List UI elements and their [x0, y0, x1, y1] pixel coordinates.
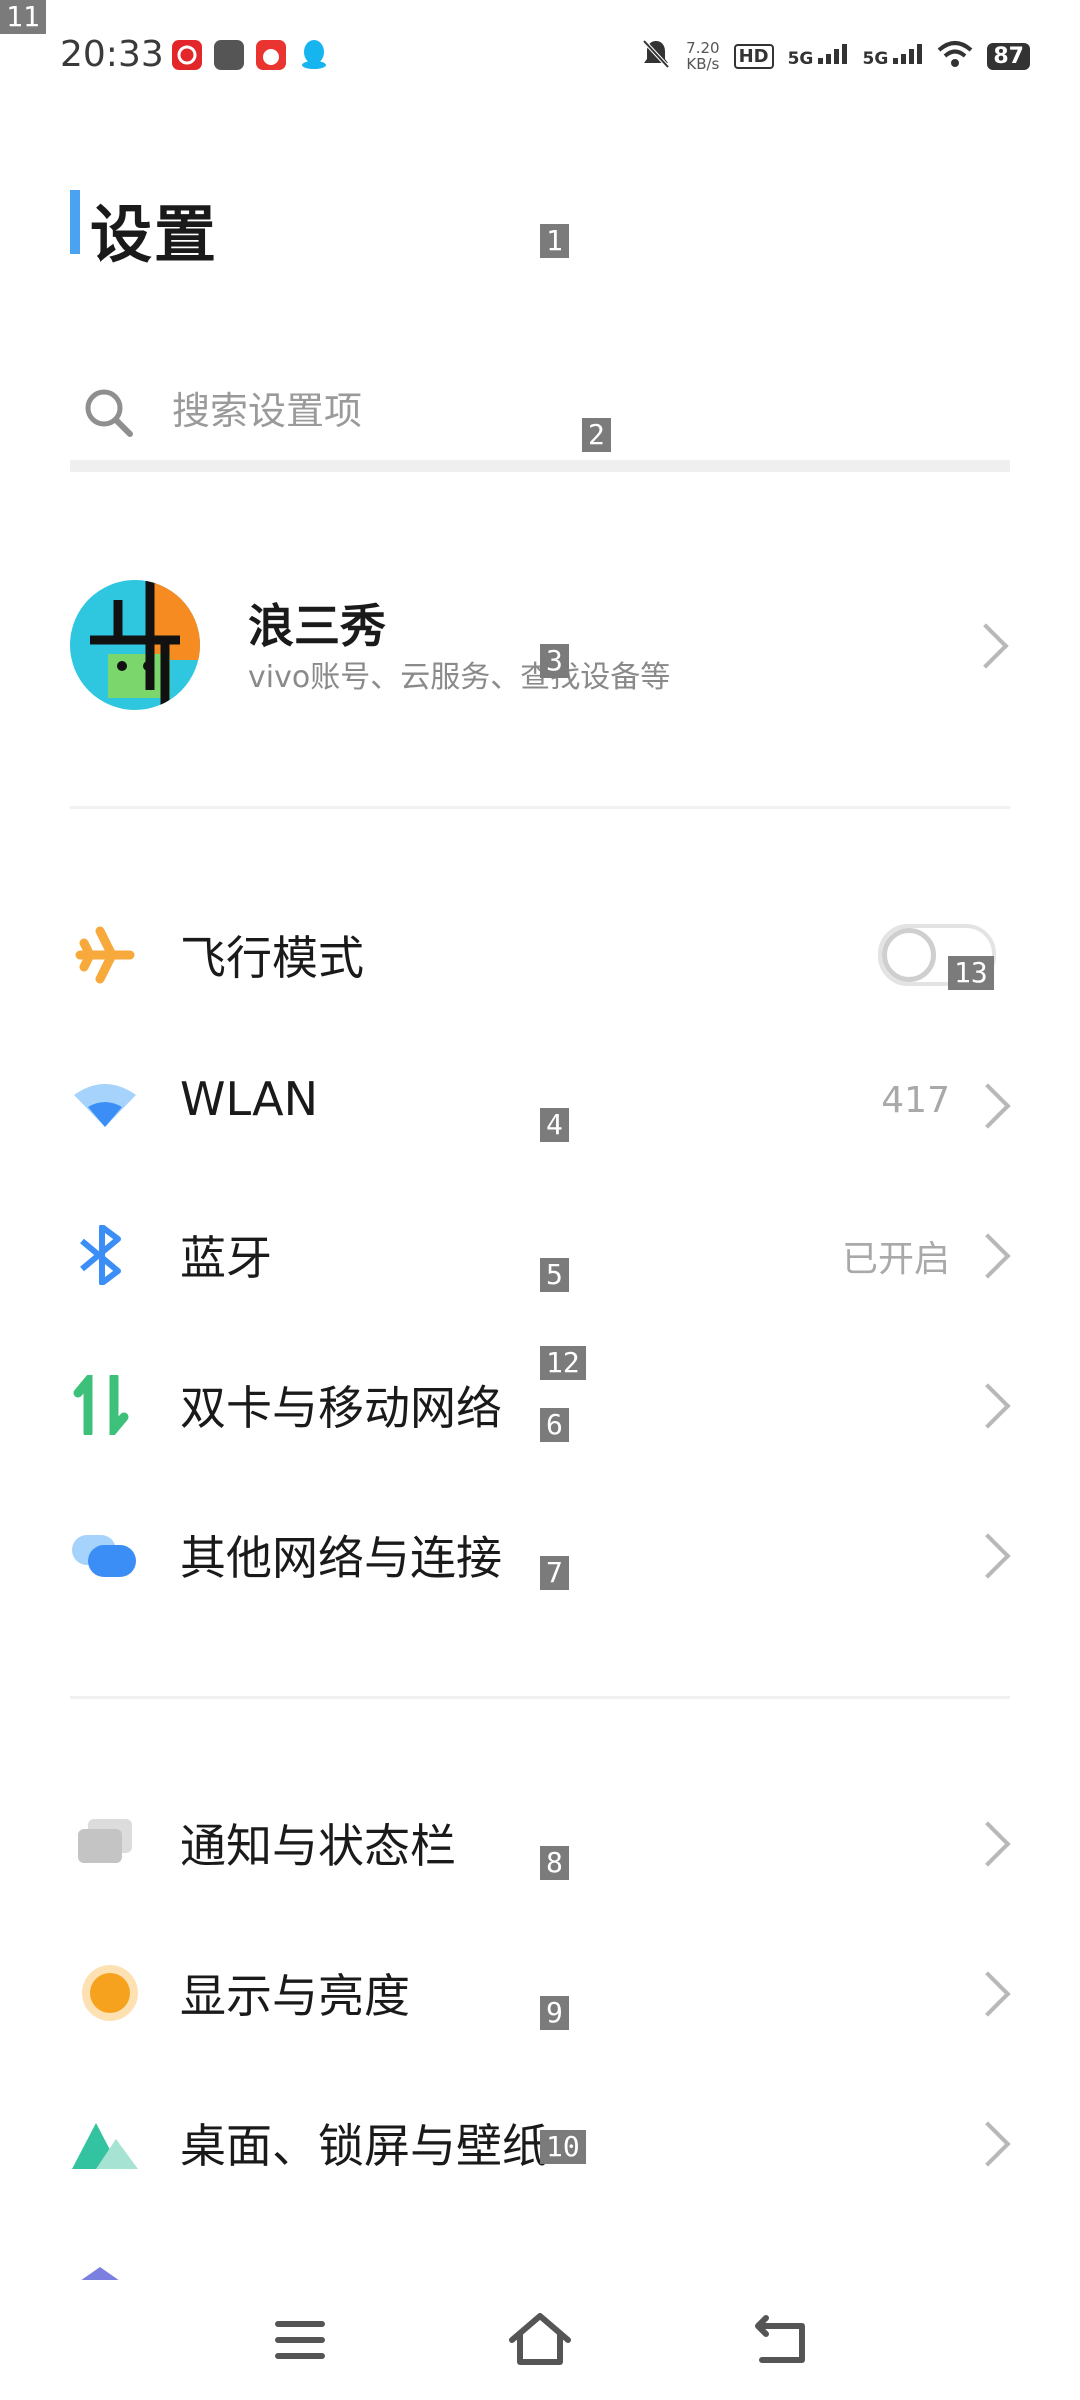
avatar: [70, 580, 200, 710]
back-icon: [755, 2315, 805, 2363]
airplane-icon: [70, 925, 140, 985]
profile-name: 浪三秀: [248, 599, 386, 653]
row-label: 其他网络与连接: [180, 1531, 502, 1585]
row-bluetooth[interactable]: 蓝牙 已开启: [70, 1200, 1011, 1310]
overlay-badge-11: 11: [0, 0, 46, 34]
account-profile[interactable]: 浪三秀 vivo账号、云服务、查找设备等: [70, 570, 1010, 710]
back-button[interactable]: [740, 2300, 820, 2380]
sim1-signal: 5G: [788, 43, 849, 69]
row-label: 通知与状态栏: [180, 1819, 456, 1873]
wallpaper-icon: [70, 2113, 140, 2173]
search-input[interactable]: [170, 380, 954, 442]
bottom-navigation-bar: [0, 2280, 1080, 2400]
chevron-right-icon: [965, 1233, 1011, 1279]
overlay-badge-2: 2: [582, 418, 611, 452]
hd-badge: HD: [733, 43, 774, 69]
overlay-badge-10: 10: [540, 2130, 586, 2164]
overlay-badge-6: 6: [540, 1408, 569, 1442]
connection-bubbles-icon: [70, 1525, 140, 1585]
chevron-right-icon: [963, 623, 1009, 669]
row-other-networks[interactable]: 其他网络与连接: [70, 1500, 1011, 1610]
row-label: 蓝牙: [180, 1231, 272, 1285]
chevron-right-icon: [965, 1533, 1011, 1579]
menu-button[interactable]: [260, 2300, 340, 2380]
overlay-badge-7: 7: [540, 1556, 569, 1590]
wifi-icon: [937, 40, 973, 72]
mute-bell-icon: [640, 37, 672, 75]
net-speed: 7.20 KB/s: [686, 39, 720, 73]
row-notifications[interactable]: 通知与状态栏: [70, 1788, 1011, 1898]
dual-sim-icon: [70, 1368, 140, 1442]
wifi-icon: [70, 1075, 140, 1135]
overlay-badge-9: 9: [540, 1996, 569, 2030]
chevron-right-icon: [965, 1083, 1011, 1129]
chevron-right-icon: [965, 1383, 1011, 1429]
search-icon: [82, 386, 134, 442]
title-accent-bar: [70, 190, 80, 254]
overlay-badge-4: 4: [540, 1108, 569, 1142]
row-wlan[interactable]: WLAN 417: [70, 1050, 1011, 1160]
status-bar: 20:33 7.20 KB/s HD 5G 5G 87: [0, 0, 1080, 110]
qq-icon: [300, 38, 328, 70]
row-display-brightness[interactable]: 显示与亮度: [70, 1938, 1011, 2048]
netease-music-icon: [172, 40, 202, 70]
overlay-badge-3: 3: [540, 644, 569, 678]
row-label: 飞行模式: [180, 931, 364, 985]
chevron-right-icon: [965, 1971, 1011, 2017]
search-box[interactable]: [70, 360, 1010, 472]
status-icons: 7.20 KB/s HD 5G 5G 87: [640, 34, 1030, 78]
notification-icon: [70, 1813, 140, 1873]
bluetooth-icon: [70, 1224, 140, 1286]
chevron-right-icon: [965, 1821, 1011, 1867]
row-label: 双卡与移动网络: [180, 1381, 502, 1435]
divider: [70, 806, 1010, 809]
brightness-icon: [70, 1963, 140, 2023]
overlay-badge-5: 5: [540, 1258, 569, 1292]
overlay-badge-8: 8: [540, 1846, 569, 1880]
overlay-badge-12: 12: [540, 1346, 586, 1380]
chevron-right-icon: [965, 2121, 1011, 2167]
page-title: 设置: [90, 198, 219, 271]
overlay-badge-1: 1: [540, 224, 569, 258]
row-airplane-mode[interactable]: 飞行模式: [70, 900, 1010, 1010]
home-button[interactable]: [500, 2300, 580, 2380]
profile-description: vivo账号、云服务、查找设备等: [248, 660, 671, 695]
signal-bars-icon: [818, 43, 848, 64]
red-app-icon: [256, 40, 286, 70]
bluetooth-status-value: 已开启: [841, 1239, 950, 1280]
row-label: 桌面、锁屏与壁纸: [180, 2119, 548, 2173]
row-label: 显示与亮度: [180, 1969, 410, 2023]
status-time: 20:33: [60, 34, 164, 75]
divider: [70, 1696, 1010, 1699]
home-icon: [509, 2313, 571, 2365]
row-next-partial: [70, 2266, 1010, 2280]
app-square-icon: [214, 40, 244, 70]
overlay-badge-13: 13: [948, 956, 994, 990]
search-underline: [70, 460, 1010, 472]
battery-icon: 87: [987, 42, 1030, 70]
signal-bars-icon: [893, 43, 923, 64]
menu-icon: [275, 2321, 325, 2359]
row-label: WLAN: [180, 1072, 319, 1126]
sim2-signal: 5G: [862, 43, 923, 69]
wlan-status-value: 417: [881, 1080, 950, 1121]
